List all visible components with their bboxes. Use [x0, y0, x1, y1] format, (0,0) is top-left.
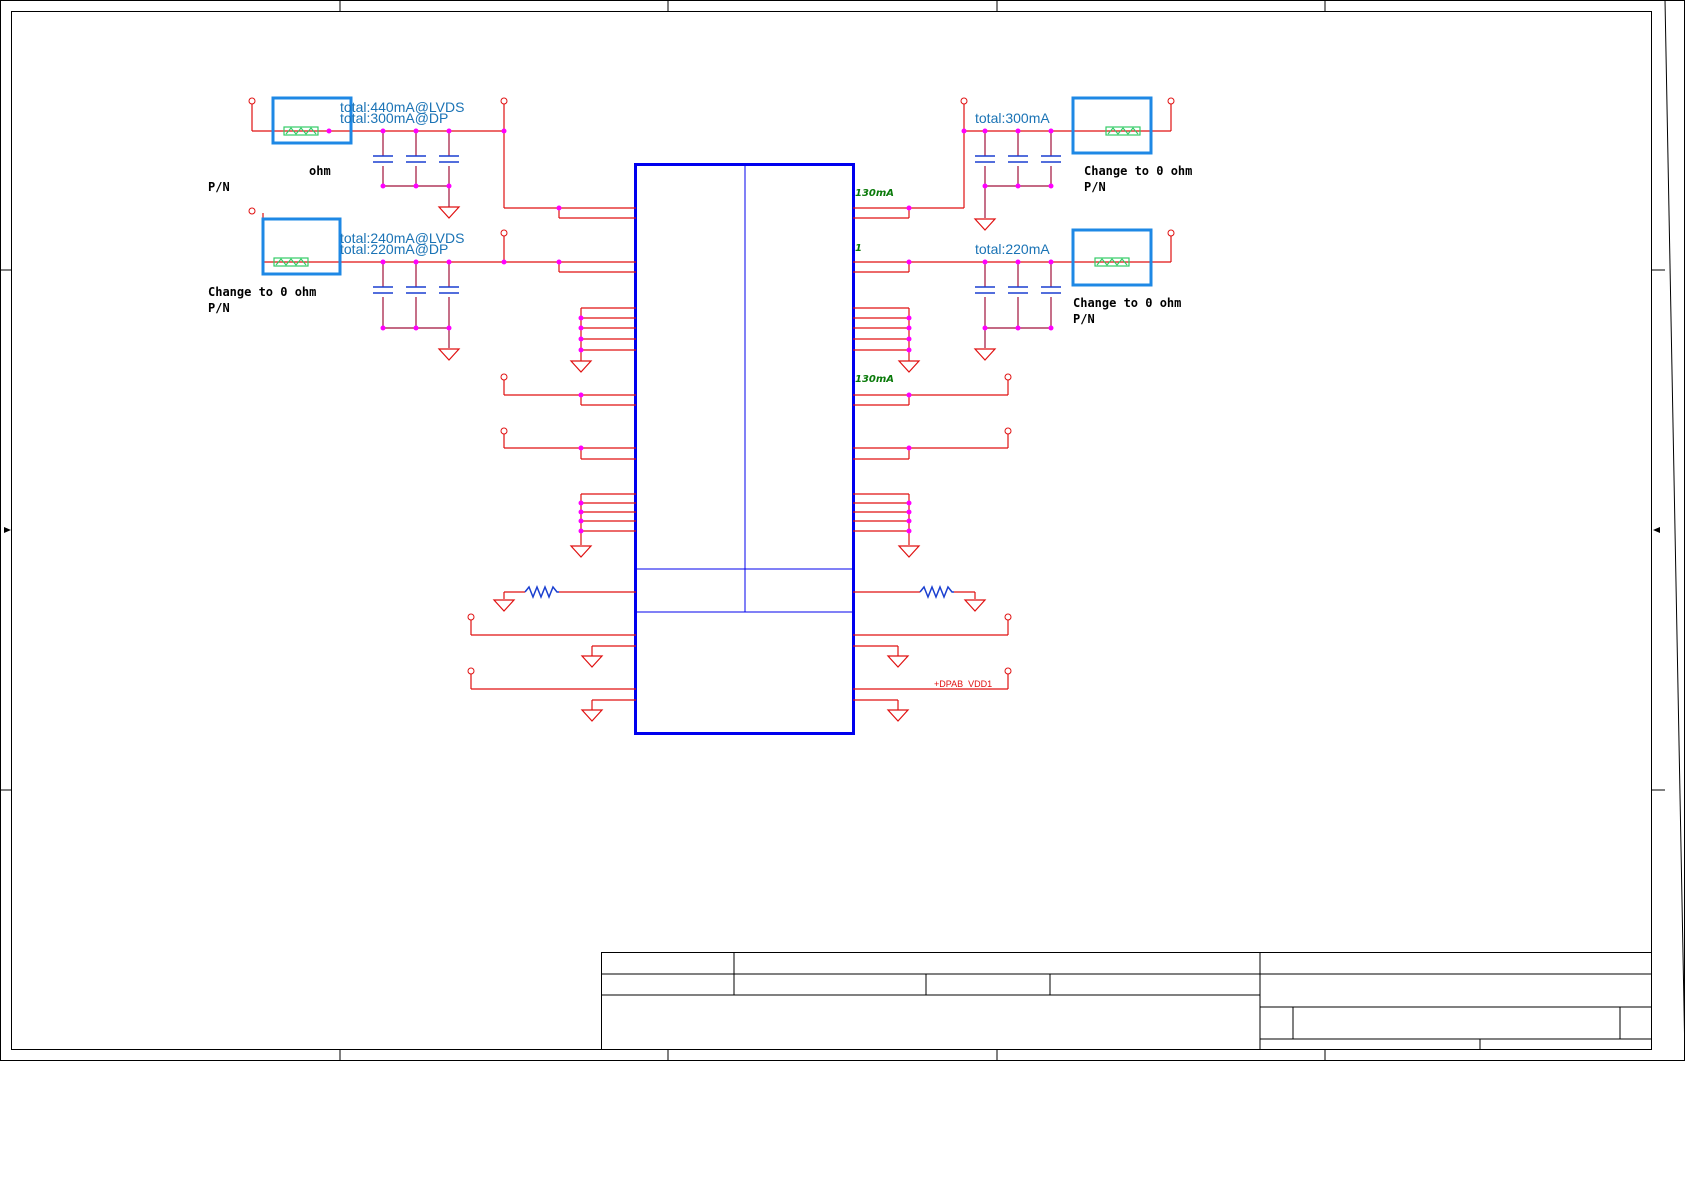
- pin-current-label-3: 130mA: [855, 374, 894, 385]
- label-pn-mid-left: P/N: [208, 301, 230, 315]
- drawing-frame: [0, 0, 1685, 1061]
- junction-dots: [326, 128, 1054, 534]
- frame-arrow-left: [4, 527, 11, 533]
- net-label-dpab-vdd1: +DPAB_VDD1: [934, 679, 992, 689]
- pin-current-label-1: 130mA: [855, 188, 894, 199]
- current-note-top-right: total:300mA: [975, 110, 1050, 126]
- power-port-icons: [248, 97, 1175, 675]
- label-ohm-top-left: ohm: [309, 164, 331, 178]
- label-pn-mid-right: P/N: [1073, 312, 1095, 326]
- label-change-top-right: Change to 0 ohm: [1084, 164, 1192, 178]
- pin-current-label-2: 1: [855, 243, 862, 254]
- schematic-sheet: total:440mA@LVDS total:300mA@DP total:24…: [0, 0, 1685, 1061]
- current-note-dp-top: total:300mA@DP: [340, 110, 448, 126]
- ground-icons: [437, 206, 997, 722]
- title-block: [601, 952, 1652, 1050]
- frame-arrow-right: [1653, 527, 1660, 533]
- label-change-mid-right: Change to 0 ohm: [1073, 296, 1181, 310]
- wires: [251, 102, 1172, 710]
- current-note-mid-right: total:220mA: [975, 241, 1050, 257]
- label-change-mid-left: Change to 0 ohm: [208, 285, 316, 299]
- ic-body: [634, 163, 855, 735]
- capacitor-icons: [373, 155, 1061, 294]
- current-note-dp-mid: total:220mA@DP: [340, 241, 448, 257]
- label-pn-top-left: P/N: [208, 180, 230, 194]
- label-pn-top-right: P/N: [1084, 180, 1106, 194]
